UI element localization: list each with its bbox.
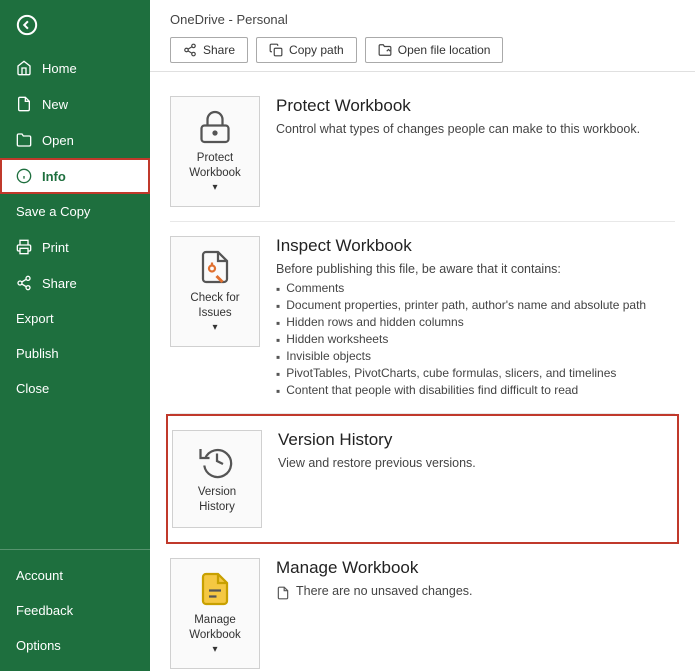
version-history-content: Version History View and restore previou… <box>278 430 673 474</box>
manage-workbook-content: Manage Workbook There are no unsaved cha… <box>276 558 675 602</box>
sidebar-item-close[interactable]: Close <box>0 371 150 406</box>
manage-workbook-label: ManageWorkbook ▾ <box>189 613 241 656</box>
list-item: Invisible objects <box>276 348 675 365</box>
version-history-section: VersionHistory Version History View and … <box>166 414 679 544</box>
manage-workbook-desc: There are no unsaved changes. <box>296 584 473 598</box>
no-changes-icon <box>276 586 290 600</box>
list-item: Comments <box>276 280 675 297</box>
main-content: OneDrive - Personal Share Copy path <box>150 0 695 671</box>
inspect-workbook-section: Check forIssues ▾ Inspect Workbook Befor… <box>170 222 675 414</box>
open-file-location-label: Open file location <box>398 43 491 57</box>
manage-workbook-section: ManageWorkbook ▾ Manage Workbook There a… <box>170 544 675 671</box>
share-label: Share <box>203 43 235 57</box>
lock-icon <box>197 109 233 145</box>
open-icon <box>16 132 32 148</box>
version-history-title: Version History <box>278 430 673 450</box>
sidebar-item-save-copy[interactable]: Save a Copy <box>0 194 150 229</box>
protect-workbook-desc: Control what types of changes people can… <box>276 122 675 136</box>
sidebar-item-new[interactable]: New <box>0 86 150 122</box>
sidebar-item-label: Print <box>42 240 69 255</box>
info-icon <box>16 168 32 184</box>
inspect-workbook-list: Comments Document properties, printer pa… <box>276 280 675 399</box>
protect-workbook-section: ProtectWorkbook ▾ Protect Workbook Contr… <box>170 82 675 222</box>
inspect-icon <box>197 249 233 285</box>
copy-path-label: Copy path <box>289 43 344 57</box>
protect-workbook-label: ProtectWorkbook ▾ <box>189 151 241 194</box>
sidebar-item-label: New <box>42 97 68 112</box>
header-buttons: Share Copy path Open file location <box>170 37 675 63</box>
sidebar-nav: Home New Open Info Save a Copy <box>0 50 150 541</box>
check-issues-button[interactable]: Check forIssues ▾ <box>170 236 260 347</box>
inspect-workbook-content: Inspect Workbook Before publishing this … <box>276 236 675 399</box>
back-icon <box>16 14 38 36</box>
sidebar-item-label: Share <box>42 276 77 291</box>
sidebar-item-label: Open <box>42 133 74 148</box>
check-issues-label: Check forIssues ▾ <box>190 291 239 334</box>
share-icon <box>183 43 197 57</box>
manage-icon <box>197 571 233 607</box>
sidebar-item-label: Home <box>42 61 77 76</box>
folder-icon <box>378 43 392 57</box>
protect-workbook-content: Protect Workbook Control what types of c… <box>276 96 675 140</box>
protect-workbook-button[interactable]: ProtectWorkbook ▾ <box>170 96 260 207</box>
location-label: OneDrive - Personal <box>170 12 675 27</box>
sidebar-item-label: Publish <box>16 346 59 361</box>
print-icon <box>16 239 32 255</box>
sidebar-item-export[interactable]: Export <box>0 301 150 336</box>
copy-path-button[interactable]: Copy path <box>256 37 357 63</box>
sidebar-item-print[interactable]: Print <box>0 229 150 265</box>
history-icon <box>199 443 235 479</box>
sidebar-item-info[interactable]: Info <box>0 158 150 194</box>
list-item: Hidden rows and hidden columns <box>276 314 675 331</box>
main-header: OneDrive - Personal Share Copy path <box>150 0 695 72</box>
protect-workbook-title: Protect Workbook <box>276 96 675 116</box>
sidebar-item-label: Feedback <box>16 603 73 618</box>
share-button[interactable]: Share <box>170 37 248 63</box>
list-item: Content that people with disabilities fi… <box>276 382 675 399</box>
sidebar-item-home[interactable]: Home <box>0 50 150 86</box>
sidebar-item-publish[interactable]: Publish <box>0 336 150 371</box>
list-item: Hidden worksheets <box>276 331 675 348</box>
sidebar-item-label: Save a Copy <box>16 204 90 219</box>
new-icon <box>16 96 32 112</box>
version-history-button[interactable]: VersionHistory <box>172 430 262 528</box>
sidebar-bottom: Account Feedback Options <box>0 558 150 671</box>
list-item: PivotTables, PivotCharts, cube formulas,… <box>276 365 675 382</box>
sidebar-item-label: Info <box>42 169 66 184</box>
version-history-desc: View and restore previous versions. <box>278 456 673 470</box>
back-button[interactable] <box>0 0 150 50</box>
sidebar-item-account[interactable]: Account <box>0 558 150 593</box>
sidebar-item-label: Export <box>16 311 54 326</box>
sidebar-item-label: Options <box>16 638 61 653</box>
inspect-workbook-desc: Before publishing this file, be aware th… <box>276 262 675 276</box>
open-file-location-button[interactable]: Open file location <box>365 37 504 63</box>
copy-icon <box>269 43 283 57</box>
manage-workbook-title: Manage Workbook <box>276 558 675 578</box>
sidebar: Home New Open Info Save a Copy <box>0 0 150 671</box>
sidebar-item-feedback[interactable]: Feedback <box>0 593 150 628</box>
sidebar-item-share[interactable]: Share <box>0 265 150 301</box>
version-history-label: VersionHistory <box>198 485 236 515</box>
sidebar-item-label: Close <box>16 381 49 396</box>
manage-workbook-button[interactable]: ManageWorkbook ▾ <box>170 558 260 669</box>
home-icon <box>16 60 32 76</box>
inspect-workbook-title: Inspect Workbook <box>276 236 675 256</box>
info-sections: ProtectWorkbook ▾ Protect Workbook Contr… <box>150 72 695 671</box>
sidebar-item-open[interactable]: Open <box>0 122 150 158</box>
sidebar-item-label: Account <box>16 568 63 583</box>
sidebar-item-options[interactable]: Options <box>0 628 150 663</box>
list-item: Document properties, printer path, autho… <box>276 297 675 314</box>
share-icon <box>16 275 32 291</box>
